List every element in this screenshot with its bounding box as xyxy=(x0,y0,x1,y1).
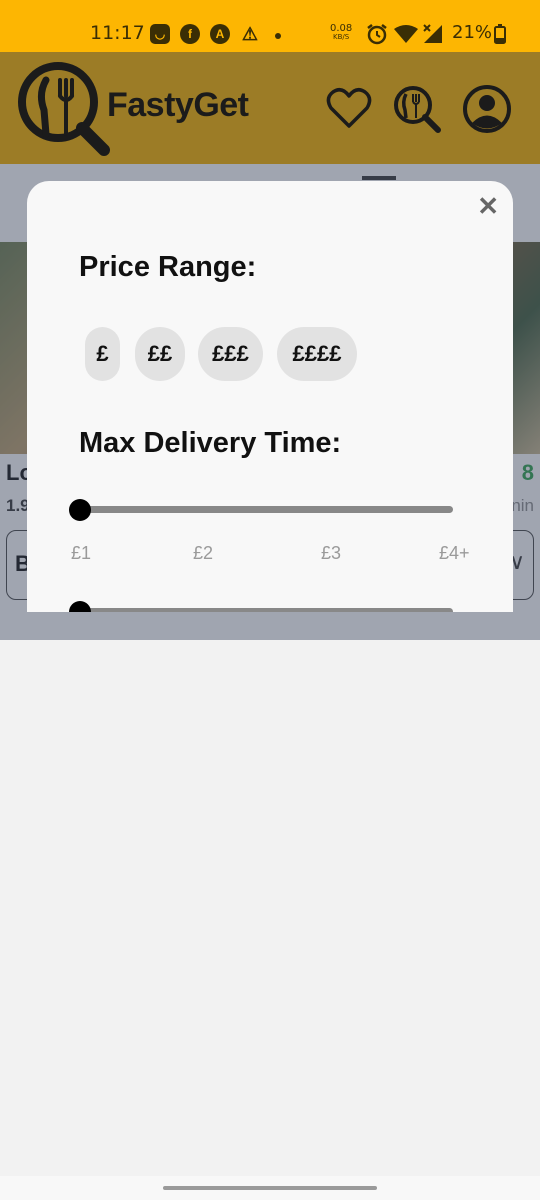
slider-tick-4: £4+ xyxy=(439,543,470,563)
slider-tick-1: £1 xyxy=(71,543,92,563)
battery-percent: 21% xyxy=(452,22,493,43)
delivery-slider-thumb[interactable] xyxy=(69,601,91,612)
home-indicator[interactable] xyxy=(163,1186,377,1190)
warning-icon: ⚠ xyxy=(241,24,259,44)
price-slider-track[interactable] xyxy=(80,506,453,513)
brand-name: FastyGet xyxy=(107,86,249,124)
app-header: FastyGet xyxy=(0,52,540,164)
close-icon[interactable]: ✕ xyxy=(477,193,499,219)
price-range-label: Price Range: xyxy=(79,251,257,283)
app-notification-icon: ◡ xyxy=(150,24,170,44)
status-bar: 11:17 ◡ f A ⚠ 0.08 KB/S 21% xyxy=(0,0,540,52)
status-time: 11:17 xyxy=(90,22,145,44)
speed-value: 0.08 xyxy=(330,23,353,34)
notification-dot-icon xyxy=(275,33,281,39)
filter-modal: ✕ Price Range: £ ££ £££ ££££ Max Deliver… xyxy=(27,181,513,612)
price-option-4[interactable]: ££££ xyxy=(277,327,357,381)
search-food-icon[interactable] xyxy=(392,84,442,134)
price-option-2[interactable]: ££ xyxy=(135,327,185,381)
profile-icon[interactable] xyxy=(462,84,512,134)
slider-tick-2: £2 xyxy=(193,543,214,563)
signal-icon xyxy=(423,24,442,43)
alarm-icon xyxy=(367,24,387,45)
speed-unit: KB/S xyxy=(333,33,350,41)
app-a-icon: A xyxy=(210,24,230,44)
price-option-1[interactable]: £ xyxy=(85,327,120,381)
navigation-bar xyxy=(0,1176,540,1200)
slider-tick-3: £3 xyxy=(321,543,342,563)
delivery-slider-track[interactable] xyxy=(80,608,453,612)
battery-icon xyxy=(494,24,506,44)
price-option-3[interactable]: £££ xyxy=(198,327,263,381)
facebook-icon: f xyxy=(180,24,200,44)
wifi-icon xyxy=(394,25,418,43)
price-slider-thumb[interactable] xyxy=(69,499,91,521)
favorites-heart-icon[interactable] xyxy=(325,84,373,132)
network-speed: 0.08 KB/S xyxy=(330,24,352,42)
logo-icon[interactable] xyxy=(16,60,112,156)
max-delivery-time-label: Max Delivery Time: xyxy=(79,427,342,459)
